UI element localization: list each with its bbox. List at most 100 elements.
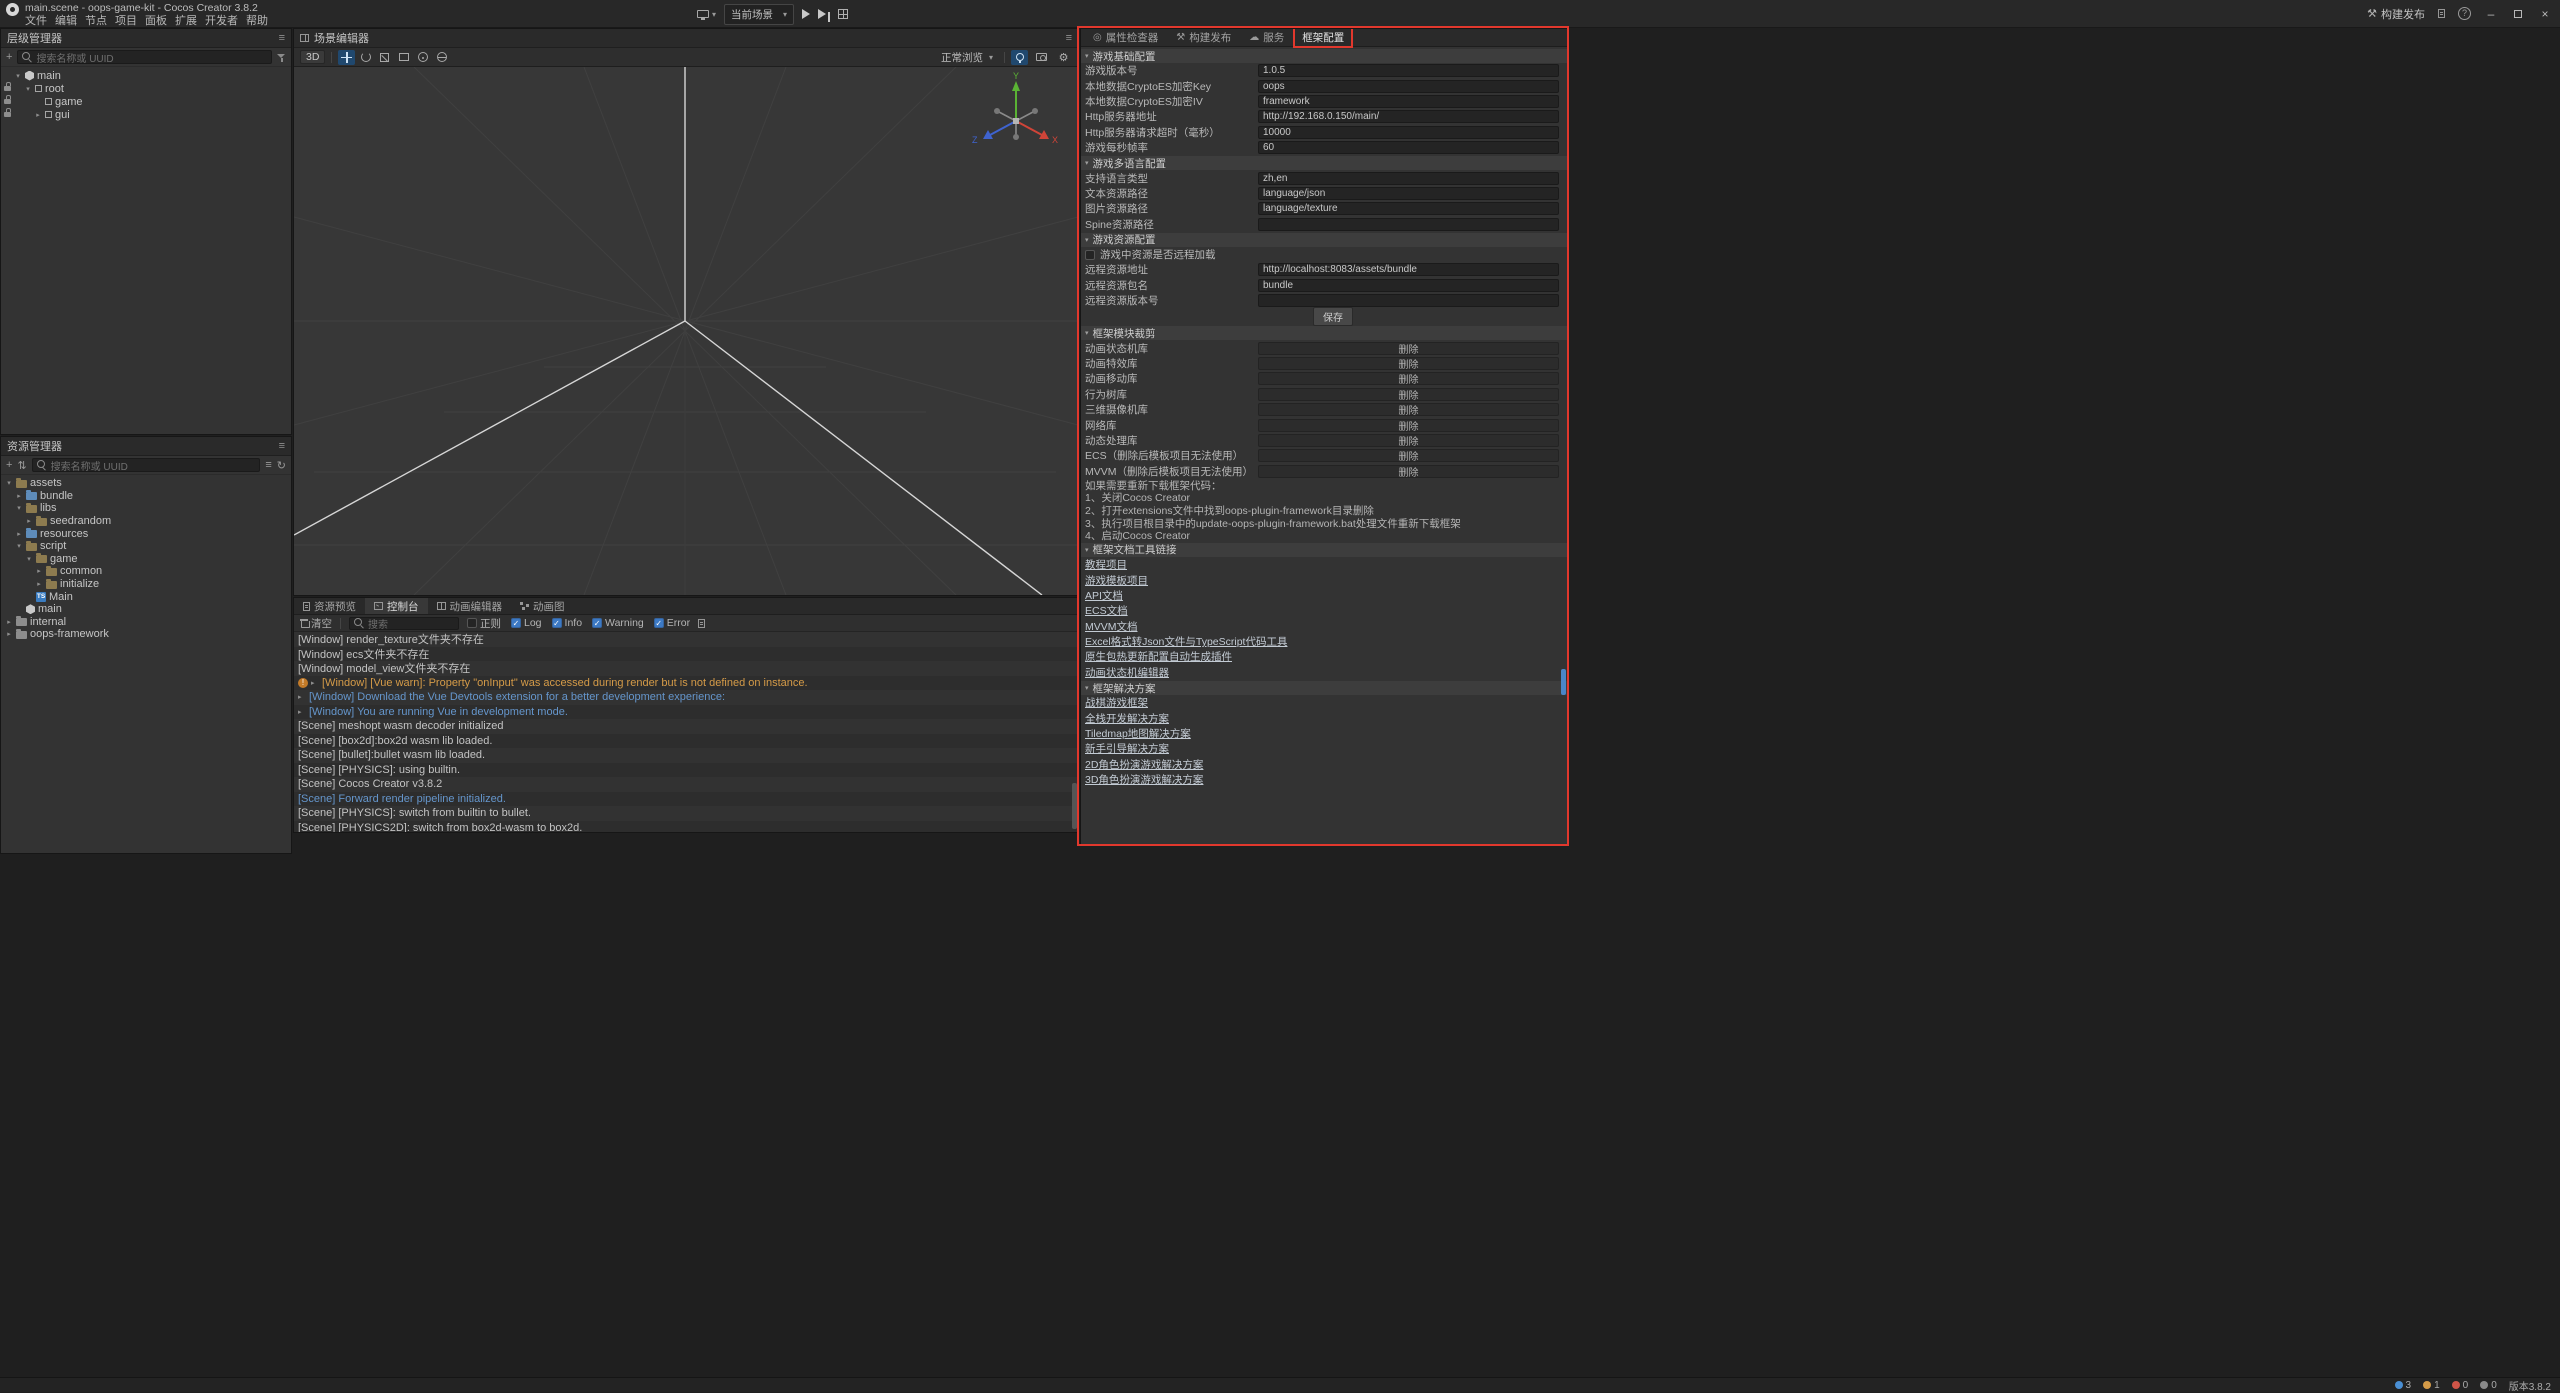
expander-icon[interactable]: ▾ <box>24 85 32 93</box>
menu-item[interactable]: 扩展 <box>175 15 205 28</box>
tree-row[interactable]: ▾assets <box>1 477 291 490</box>
menu-item[interactable]: 项目 <box>115 15 145 28</box>
tab-console[interactable]: 控制台 <box>365 598 428 614</box>
property-input[interactable] <box>1258 218 1559 231</box>
scene-viewport[interactable]: Y X Z <box>294 67 1078 595</box>
log-row[interactable]: [Window] ecs文件夹不存在 <box>294 647 1078 662</box>
sort-assets-button[interactable]: ⇅ <box>17 459 26 472</box>
tree-row[interactable]: ▸seedrandom <box>1 515 291 528</box>
tree-row[interactable]: ▸bundle <box>1 490 291 503</box>
section-header[interactable]: ▾框架解决方案 <box>1081 681 1567 695</box>
orientation-gizmo[interactable]: Y X Z <box>968 71 1064 167</box>
checkbox[interactable] <box>1085 250 1095 260</box>
expander-icon[interactable]: ▸ <box>5 630 13 638</box>
log-row[interactable]: ▸[Window] Download the Vue Devtools exte… <box>294 690 1078 705</box>
expander-icon[interactable]: ▸ <box>15 530 23 538</box>
panel-menu-icon[interactable]: ≡ <box>279 32 285 44</box>
property-input[interactable]: oops <box>1258 80 1559 93</box>
pivot-tool-button[interactable] <box>414 50 431 65</box>
tree-row[interactable]: ▸oops-framework <box>1 628 291 641</box>
assets-filter-button[interactable]: ≡ <box>265 459 271 471</box>
delete-module-button[interactable]: 删除 <box>1258 434 1559 447</box>
log-row[interactable]: [Scene] [PHYSICS]: switch from builtin t… <box>294 806 1078 821</box>
panel-menu-icon[interactable]: ≡ <box>279 440 285 452</box>
expander-icon[interactable]: ▾ <box>15 504 23 512</box>
expander-icon[interactable]: ▾ <box>15 542 23 550</box>
filter-log[interactable]: ✓Log <box>511 617 542 629</box>
doc-link[interactable]: API文档 <box>1081 588 1567 603</box>
property-input[interactable]: bundle <box>1258 279 1559 292</box>
menu-item[interactable]: 开发者 <box>205 15 246 28</box>
delete-module-button[interactable]: 删除 <box>1258 372 1559 385</box>
tree-row[interactable]: ▾root <box>1 82 291 95</box>
property-input[interactable]: language/texture <box>1258 202 1559 215</box>
space-tool-button[interactable] <box>433 50 450 65</box>
expander-icon[interactable]: ▾ <box>14 72 22 80</box>
property-input[interactable]: framework <box>1258 95 1559 108</box>
menu-item[interactable]: 节点 <box>85 15 115 28</box>
filter-info[interactable]: ✓Info <box>552 617 583 629</box>
axis-z-label[interactable]: Z <box>972 135 978 145</box>
doc-link[interactable]: 原生包热更新配置自动生成插件 <box>1081 649 1567 664</box>
warning-count[interactable]: 1 <box>2423 1380 2440 1391</box>
expander-icon[interactable]: ▸ <box>298 693 306 701</box>
layout-button[interactable] <box>838 9 848 19</box>
message-count[interactable]: 3 <box>2395 1380 2412 1391</box>
minimize-button[interactable]: – <box>2484 7 2498 21</box>
property-input[interactable]: 1.0.5 <box>1258 64 1559 77</box>
log-row[interactable]: [Window] model_view文件夹不存在 <box>294 661 1078 676</box>
log-row[interactable]: [Scene] meshopt wasm decoder initialized <box>294 719 1078 734</box>
doc-link[interactable]: 3D角色扮演游戏解决方案 <box>1081 772 1567 787</box>
mode-3d-toggle[interactable]: 3D <box>300 50 325 64</box>
build-publish-button[interactable]: ⚒构建发布 <box>2367 6 2425 22</box>
doc-link[interactable]: 2D角色扮演游戏解决方案 <box>1081 757 1567 772</box>
section-header[interactable]: ▾框架模块裁剪 <box>1081 326 1567 340</box>
log-row[interactable]: [Scene] [bullet]:bullet wasm lib loaded. <box>294 748 1078 763</box>
view-mode-select[interactable]: 正常浏览▾ <box>936 50 998 65</box>
filter-warning[interactable]: ✓Warning <box>592 617 644 629</box>
expander-icon[interactable]: ▸ <box>34 111 42 119</box>
close-button[interactable]: × <box>2538 7 2552 21</box>
section-header[interactable]: ▾框架文档工具链接 <box>1081 543 1567 557</box>
tree-row[interactable]: ▾game <box>1 553 291 566</box>
doc-link[interactable]: Tiledmap地图解决方案 <box>1081 726 1567 741</box>
log-row[interactable]: [Scene] Forward render pipeline initiali… <box>294 792 1078 807</box>
log-row[interactable]: [Scene] [box2d]:box2d wasm lib loaded. <box>294 734 1078 749</box>
delete-module-button[interactable]: 删除 <box>1258 419 1559 432</box>
delete-module-button[interactable]: 删除 <box>1258 357 1559 370</box>
maximize-button[interactable] <box>2511 7 2525 21</box>
move-tool-button[interactable] <box>338 50 355 65</box>
tab-build[interactable]: ⚒构建发布 <box>1168 28 1239 47</box>
log-row[interactable]: [Scene] [PHYSICS]: using builtin. <box>294 763 1078 778</box>
log-row[interactable]: [Scene] [PHYSICS2D]: switch from box2d-w… <box>294 821 1078 833</box>
tab-inspector[interactable]: ◎属性检查器 <box>1085 28 1166 47</box>
section-header[interactable]: ▾游戏多语言配置 <box>1081 156 1567 170</box>
expander-icon[interactable]: ▸ <box>311 679 319 687</box>
doc-link[interactable]: 教程项目 <box>1081 557 1567 572</box>
gear-toggle-button[interactable]: ⚙ <box>1055 50 1072 65</box>
tree-row[interactable]: ▸internal <box>1 616 291 629</box>
console-scrollbar-thumb[interactable] <box>1072 783 1077 829</box>
play-button[interactable] <box>802 9 810 19</box>
expander-icon[interactable]: ▸ <box>298 708 306 716</box>
tree-row[interactable]: game <box>1 95 291 108</box>
step-button[interactable] <box>818 9 830 19</box>
inspector-scrollbar-thumb[interactable] <box>1561 669 1566 695</box>
collapse-logs-button[interactable] <box>698 619 705 628</box>
expander-icon[interactable]: ▾ <box>25 555 33 563</box>
camera-toggle-button[interactable] <box>1033 50 1050 65</box>
expander-icon[interactable]: ▸ <box>5 618 13 626</box>
menu-item[interactable]: 编辑 <box>55 15 85 28</box>
filter-button[interactable] <box>277 53 286 62</box>
console-search-input[interactable]: 搜索 <box>349 617 459 630</box>
property-input[interactable]: http://192.168.0.150/main/ <box>1258 110 1559 123</box>
save-button[interactable]: 保存 <box>1313 307 1353 326</box>
assets-search-input[interactable]: 搜索名称或 UUID <box>32 458 261 472</box>
help-icon[interactable]: ? <box>2458 7 2471 20</box>
tree-row[interactable]: ▸gui <box>1 108 291 121</box>
tree-row[interactable]: ▾main <box>1 69 291 82</box>
property-input[interactable]: 60 <box>1258 141 1559 154</box>
tab-framework-config[interactable]: 框架配置 <box>1294 28 1352 47</box>
menu-item[interactable]: 文件 <box>25 15 55 28</box>
filter-error[interactable]: ✓Error <box>654 617 690 629</box>
